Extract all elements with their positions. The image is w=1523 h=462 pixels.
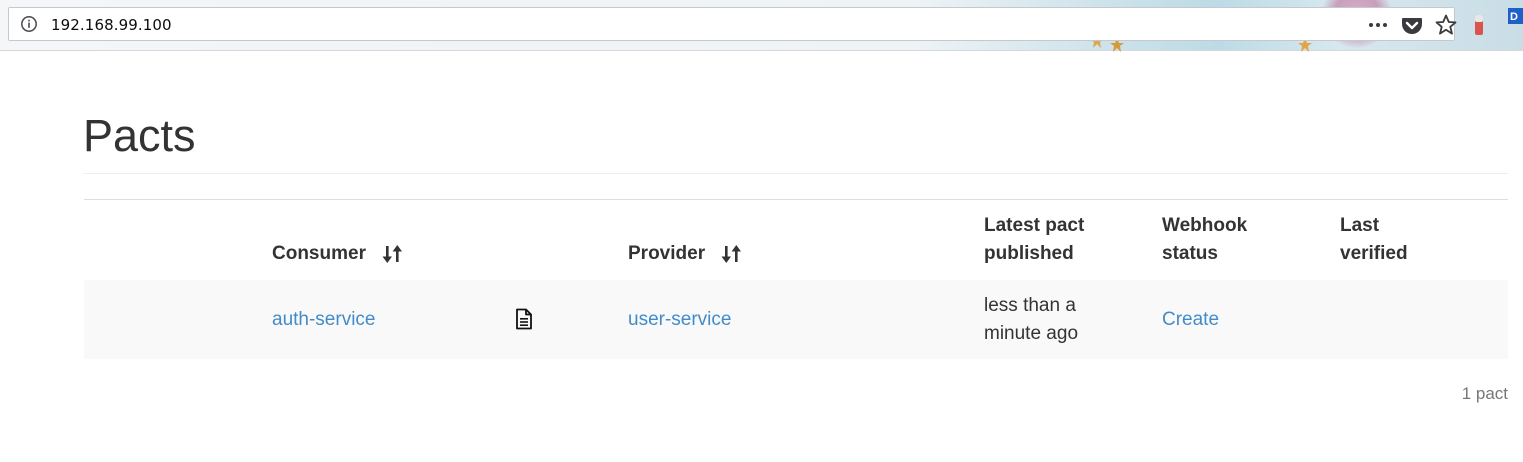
create-webhook-link[interactable]: Create [1162, 309, 1219, 330]
extension-area: D [1466, 8, 1523, 42]
pocket-icon[interactable] [1400, 13, 1424, 37]
more-dots-icon[interactable] [1366, 13, 1390, 37]
header-spacer [84, 199, 272, 280]
header-pact-icon-col [514, 199, 628, 280]
header-last-verified-line2: verified [1340, 243, 1408, 264]
provider-link[interactable]: user-service [628, 309, 731, 330]
header-provider-label: Provider [628, 243, 706, 264]
header-latest-pact-published: Latest pact published [984, 199, 1162, 280]
header-webhook-status: Webhook status [1162, 199, 1340, 280]
table-header-row: Consumer Provider Latest pact published … [84, 199, 1508, 280]
header-latest-pact-line1: Latest pact [984, 215, 1085, 236]
row-spacer [84, 279, 272, 359]
header-last-verified: Last verified [1340, 199, 1508, 280]
consumer-link[interactable]: auth-service [272, 309, 376, 330]
header-consumer-label: Consumer [272, 243, 366, 264]
svg-text:D: D [1510, 11, 1518, 23]
title-divider [83, 173, 1508, 174]
extension-badge-icon[interactable]: D [1508, 8, 1523, 24]
table-row: auth-service user-service less than a mi… [84, 279, 1508, 359]
header-provider: Provider [628, 199, 984, 280]
document-icon[interactable] [514, 308, 534, 330]
header-latest-pact-line2: published [984, 243, 1074, 264]
header-consumer: Consumer [272, 199, 514, 280]
extension-icon[interactable] [1474, 14, 1484, 36]
header-last-verified-line1: Last [1340, 215, 1380, 236]
sort-icon[interactable] [382, 243, 404, 265]
published-line2: minute ago [984, 322, 1079, 344]
cell-pact-icon [514, 279, 628, 359]
info-circle-icon[interactable] [20, 15, 38, 33]
cell-provider: user-service [628, 279, 984, 359]
sort-icon[interactable] [721, 243, 743, 265]
address-bar[interactable]: 192.168.99.100 [8, 7, 1458, 41]
star-icon[interactable] [1434, 13, 1458, 37]
header-webhook-line1: Webhook [1162, 215, 1248, 236]
pacts-table: Consumer Provider Latest pact published … [84, 199, 1508, 359]
browser-toolbar: 192.168.99.100 D [0, 0, 1523, 52]
cell-webhook-status: Create [1162, 279, 1340, 359]
cell-consumer: auth-service [272, 279, 514, 359]
header-webhook-line2: status [1162, 243, 1218, 264]
pacts-table-container: Consumer Provider Latest pact published … [84, 199, 1508, 359]
page-title: Pacts [83, 110, 196, 161]
url-text[interactable]: 192.168.99.100 [51, 16, 172, 34]
cell-last-verified [1340, 279, 1508, 359]
cell-latest-pact-published: less than a minute ago [984, 279, 1162, 359]
pact-count: 1 pact [1461, 384, 1508, 403]
published-line1: less than a [984, 294, 1076, 316]
